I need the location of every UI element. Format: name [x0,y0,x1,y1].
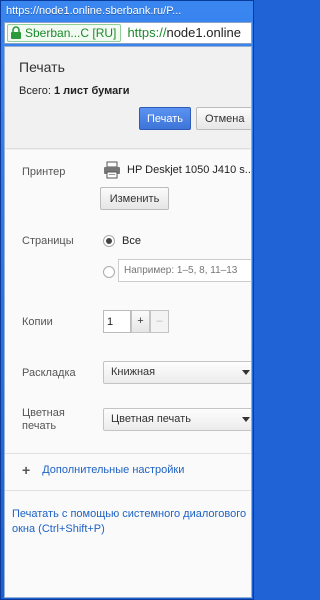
lock-icon [10,26,22,40]
pages-custom-radio[interactable] [103,266,115,278]
plus-icon: + [22,461,31,478]
copies-input[interactable] [103,310,131,333]
pages-label: Страницы [22,235,74,247]
color-label-line2: печать [22,420,57,432]
advanced-settings-label: Дополнительные настройки [42,464,185,476]
pages-all-label: Все [122,235,141,247]
url-text[interactable]: https://node1.online [127,25,241,40]
summary-value: 1 лист бумаги [53,85,130,97]
sheet-summary: Всего: 1 лист бумаги [19,85,241,97]
security-indicator[interactable]: Sberban...C [RU] [7,24,122,42]
section-divider [5,453,251,454]
printer-label: Принтер [22,166,66,178]
color-label: Цветная печать [22,407,65,433]
pages-range-input[interactable] [118,259,251,282]
print-button[interactable]: Печать [139,107,191,130]
browser-window: https://node1.online.sberbank.ru/P... Sb… [0,0,254,600]
layout-value: Книжная [111,366,156,378]
printer-icon [103,161,121,179]
copies-label: Копии [22,316,53,328]
copies-increment-button[interactable]: + [131,310,150,333]
copies-decrement-button[interactable]: – [150,310,169,333]
url-host: node1.online [166,25,241,40]
cancel-button[interactable]: Отмена [196,107,251,130]
printer-destination: HP Deskjet 1050 J410 s... [103,161,252,179]
printer-name: HP Deskjet 1050 J410 s... [127,164,252,176]
window-title: https://node1.online.sberbank.ru/P... [6,5,182,17]
layout-label: Раскладка [22,367,76,379]
color-label-line1: Цветная [22,407,65,419]
print-header: Печать Всего: 1 лист бумаги [5,47,251,149]
url-scheme: https:// [127,25,167,40]
chevron-down-icon [242,417,250,422]
chevron-down-icon [242,370,250,375]
change-printer-button[interactable]: Изменить [100,187,169,210]
security-label: Sberban...C [RU] [25,26,117,40]
settings-panel: Принтер HP Deskjet 1050 J410 s... Измени… [5,150,252,597]
print-title: Печать [19,59,65,75]
system-dialog-link[interactable]: Печатать с помощью системного диалоговог… [12,507,248,537]
color-select[interactable]: Цветная печать [103,408,251,431]
layout-select[interactable]: Книжная [103,361,251,384]
pages-all-radio[interactable] [103,235,115,247]
summary-label: Всего: [19,85,51,97]
action-buttons: Печать Отмена [139,107,251,130]
print-dialog: Печать Всего: 1 лист бумаги Печать Отмен… [4,46,252,598]
color-value: Цветная печать [111,413,191,425]
section-divider [5,490,251,491]
address-bar[interactable]: Sberban...C [RU] https://node1.online [4,22,252,44]
advanced-settings-link[interactable]: + Дополнительные настройки [22,461,185,478]
